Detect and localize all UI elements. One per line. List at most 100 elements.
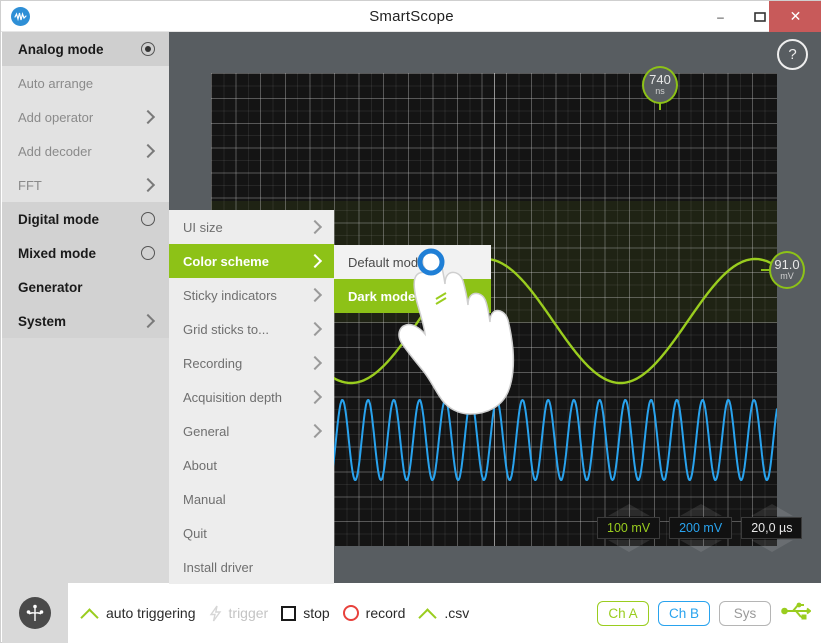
sidebar-filler bbox=[2, 338, 169, 583]
menu-item-manual[interactable]: Manual bbox=[169, 482, 334, 516]
sidebar-item-mixed-mode[interactable]: Mixed mode bbox=[2, 236, 169, 270]
scale-increase-arrow[interactable] bbox=[751, 504, 793, 516]
menu-item-install-driver[interactable]: Install driver bbox=[169, 550, 334, 584]
submenu-item-label: Default mode bbox=[348, 255, 425, 270]
sidebar-item-label: Auto arrange bbox=[18, 76, 155, 91]
radio-button-icon[interactable] bbox=[141, 212, 155, 226]
sidebar-item-system[interactable]: System bbox=[2, 304, 169, 338]
voltage-indicator-unit: mV bbox=[780, 271, 794, 281]
time-indicator[interactable]: 740 ns bbox=[642, 66, 678, 104]
sidebar: Analog mode Auto arrange Add operator Add d… bbox=[2, 32, 169, 583]
timebase-scale-control: 20,0 µs bbox=[741, 517, 802, 539]
channel-a-scale-control: 100 mV bbox=[597, 517, 660, 539]
chevron-right-icon bbox=[141, 110, 155, 124]
sidebar-item-label: Add operator bbox=[18, 110, 141, 125]
sidebar-item-analog-mode[interactable]: Analog mode bbox=[2, 32, 169, 66]
timebase-scale[interactable]: 20,0 µs bbox=[741, 517, 802, 539]
time-indicator-value: 740 bbox=[649, 74, 671, 86]
chevron-right-icon bbox=[141, 178, 155, 192]
menu-item-about[interactable]: About bbox=[169, 448, 334, 482]
menu-item-label: About bbox=[183, 458, 322, 473]
lightning-icon bbox=[209, 605, 222, 622]
menu-item-quit[interactable]: Quit bbox=[169, 516, 334, 550]
sidebar-item-label: System bbox=[18, 314, 141, 329]
submenu-item-dark-mode[interactable]: Dark mode bbox=[334, 279, 491, 313]
toolbar-trigger: trigger bbox=[209, 605, 269, 622]
menu-item-color-scheme[interactable]: Color scheme bbox=[169, 244, 334, 278]
chevron-right-icon bbox=[308, 288, 322, 302]
bottom-toolbar: auto triggering trigger stop record .csv Ch … bbox=[2, 583, 821, 643]
scale-increase-arrow[interactable] bbox=[680, 504, 722, 516]
menu-item-grid-sticks-to[interactable]: Grid sticks to... bbox=[169, 312, 334, 346]
toolbar-item-label: trigger bbox=[229, 605, 269, 621]
channel-button-ch-a[interactable]: Ch A bbox=[597, 601, 649, 626]
menu-item-recording[interactable]: Recording bbox=[169, 346, 334, 380]
scale-decrease-arrow[interactable] bbox=[680, 540, 722, 552]
sidebar-item-generator[interactable]: Generator bbox=[2, 270, 169, 304]
sidebar-item-label: Add decoder bbox=[18, 144, 141, 159]
scale-increase-arrow[interactable] bbox=[608, 504, 650, 516]
sidebar-list: Analog mode Auto arrange Add operator Add d… bbox=[2, 32, 169, 338]
channel-button-ch-b[interactable]: Ch B bbox=[658, 601, 710, 626]
usb-icon[interactable] bbox=[781, 600, 811, 627]
menu-item-label: Quit bbox=[183, 526, 322, 541]
sidebar-item-label: FFT bbox=[18, 178, 141, 193]
voltage-indicator-value: 91.0 bbox=[774, 259, 799, 271]
minimize-button[interactable]: – bbox=[701, 1, 740, 32]
scale-decrease-arrow[interactable] bbox=[608, 540, 650, 552]
radio-button-icon[interactable] bbox=[141, 42, 155, 56]
close-button[interactable]: ✕ bbox=[769, 1, 821, 32]
chevron-right-icon bbox=[308, 356, 322, 370]
sidebar-item-digital-mode[interactable]: Digital mode bbox=[2, 202, 169, 236]
menu-item-acquisition-depth[interactable]: Acquisition depth bbox=[169, 380, 334, 414]
toolbar-csv[interactable]: .csv bbox=[418, 605, 469, 621]
submenu-item-default-mode[interactable]: Default mode bbox=[334, 245, 491, 279]
settings-menu: UI size Color scheme Sticky indicators Grid… bbox=[169, 210, 334, 584]
window-title: SmartScope bbox=[1, 1, 821, 32]
menu-item-label: UI size bbox=[183, 220, 308, 235]
color-scheme-submenu: Default mode Dark mode bbox=[334, 245, 491, 313]
menu-item-label: Grid sticks to... bbox=[183, 322, 308, 337]
toolbar-item-label: .csv bbox=[444, 605, 469, 621]
menu-item-label: Manual bbox=[183, 492, 322, 507]
channel-b-scale[interactable]: 200 mV bbox=[669, 517, 732, 539]
voltage-indicator[interactable]: 91.0 mV bbox=[769, 251, 805, 289]
menu-item-general[interactable]: General bbox=[169, 414, 334, 448]
channel-button-group: Ch A Ch B Sys bbox=[597, 601, 771, 626]
toolbar-item-label: stop bbox=[303, 605, 329, 621]
chevron-up-icon bbox=[80, 607, 99, 619]
scale-decrease-arrow[interactable] bbox=[751, 540, 793, 552]
menu-item-label: General bbox=[183, 424, 308, 439]
sidebar-item-label: Generator bbox=[18, 280, 155, 295]
channel-a-scale[interactable]: 100 mV bbox=[597, 517, 660, 539]
chevron-up-icon bbox=[418, 607, 437, 619]
chevron-right-icon bbox=[141, 314, 155, 328]
toolbar-stop[interactable]: stop bbox=[281, 605, 329, 621]
sidebar-item-label: Analog mode bbox=[18, 42, 141, 57]
menu-item-ui-size[interactable]: UI size bbox=[169, 210, 334, 244]
circle-icon bbox=[343, 605, 359, 621]
time-indicator-unit: ns bbox=[655, 86, 665, 96]
square-icon bbox=[281, 606, 296, 621]
menu-item-label: Sticky indicators bbox=[183, 288, 308, 303]
sidebar-item-auto-arrange[interactable]: Auto arrange bbox=[2, 66, 169, 100]
chevron-right-icon bbox=[308, 322, 322, 336]
toolbar-item-label: record bbox=[366, 605, 406, 621]
menu-item-label: Install driver bbox=[183, 560, 322, 575]
toolbar-record[interactable]: record bbox=[343, 605, 406, 621]
sidebar-item-label: Digital mode bbox=[18, 212, 141, 227]
chevron-right-icon bbox=[308, 220, 322, 234]
toolbar-item-label: auto triggering bbox=[106, 605, 196, 621]
help-icon[interactable]: ? bbox=[777, 39, 808, 70]
sidebar-item-fft[interactable]: FFT bbox=[2, 168, 169, 202]
smartscope-window: SmartScope – ✕ Analog mode Auto arrange Ad… bbox=[0, 0, 821, 643]
sidebar-item-add-operator[interactable]: Add operator bbox=[2, 100, 169, 134]
labnation-logo[interactable] bbox=[19, 597, 51, 629]
menu-item-label: Acquisition depth bbox=[183, 390, 308, 405]
toolbar-auto-triggering[interactable]: auto triggering bbox=[80, 605, 196, 621]
sidebar-item-add-decoder[interactable]: Add decoder bbox=[2, 134, 169, 168]
toolbar-item-group: auto triggering trigger stop record .csv bbox=[80, 583, 469, 643]
menu-item-sticky-indicators[interactable]: Sticky indicators bbox=[169, 278, 334, 312]
channel-button-sys[interactable]: Sys bbox=[719, 601, 771, 626]
radio-button-icon[interactable] bbox=[141, 246, 155, 260]
